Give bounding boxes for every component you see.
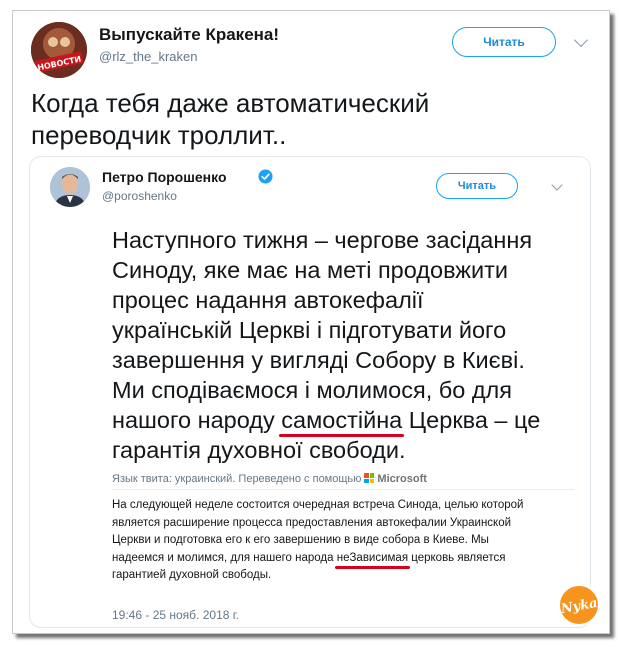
translated-line: гарантией духовной свободы.	[112, 569, 272, 581]
watermark-logo: Nyka	[558, 584, 600, 626]
microsoft-logo-icon	[364, 473, 375, 483]
translated-line: надеемся и молимся, для нашего народа не…	[112, 550, 574, 569]
translated-segment: надеемся и молимся, для нашего народа	[112, 551, 337, 564]
translated-line: Церкви и подготовка его к его завершению…	[112, 534, 489, 546]
screenshot-frame: НОВОСТИ Выпускайте Кракена! @rlz_the_kra…	[12, 10, 610, 634]
quoted-text-line: завершення у вигляді Собору в Києві.	[112, 347, 525, 373]
quoted-author-avatar[interactable]	[50, 167, 90, 207]
follow-button[interactable]: Читать	[452, 27, 556, 57]
translated-line: является расширение процесса предоставле…	[112, 516, 512, 529]
translated-segment: церковь является	[408, 551, 506, 564]
author-display-name[interactable]: Выпускайте Кракена!	[99, 25, 279, 45]
quoted-text-line: Синоду, яке має на меті продовжити	[112, 257, 509, 283]
quoted-text-line: українській Церкві і підготувати його	[112, 317, 507, 343]
tweet-timestamp[interactable]: 19:46 - 25 нояб. 2018 г.	[112, 608, 239, 622]
author-handle[interactable]: @rlz_the_kraken	[99, 49, 197, 64]
translation-attribution: Язык твита: украинский. Переведено с пом…	[112, 473, 427, 485]
quoted-follow-button[interactable]: Читать	[436, 173, 518, 199]
quoted-author-handle[interactable]: @poroshenko	[102, 189, 177, 203]
quoted-text-line: процес надання автокефалії	[112, 287, 424, 313]
author-avatar[interactable]: НОВОСТИ	[31, 22, 87, 78]
quoted-text-segment: нашого народу	[112, 407, 282, 433]
tweet-text-line: переводчик троллит..	[31, 120, 287, 150]
quoted-text-segment: Церква – це	[402, 407, 541, 433]
tweet-text: Когда тебя даже автоматический переводчи…	[31, 87, 591, 151]
chevron-down-icon[interactable]	[573, 32, 589, 48]
quoted-tweet-card[interactable]: Петро Порошенко @poroshenko Читать Насту…	[29, 156, 591, 628]
quoted-tweet-text: Наступного тижня – чергове засідання Син…	[112, 225, 582, 465]
quoted-text-line: Ми сподіваємося і молимося, бо для	[112, 377, 512, 403]
verified-badge-icon	[258, 169, 273, 184]
translation-brand[interactable]: Microsoft	[377, 473, 427, 485]
divider	[112, 489, 574, 490]
quoted-text-line: Наступного тижня – чергове засідання	[112, 227, 533, 253]
tweet-text-line: Когда тебя даже автоматический	[31, 88, 430, 118]
translated-line: На следующей неделе состоится очередная …	[112, 499, 524, 511]
chevron-down-icon[interactable]	[551, 179, 563, 191]
quoted-text-line: гарантія духовної свободи.	[112, 437, 406, 463]
highlighted-word: самостійна	[279, 407, 405, 437]
translation-note: Язык твита: украинский. Переведено с пом…	[112, 473, 362, 485]
highlighted-translated-word: неЗависимая	[334, 550, 411, 569]
quoted-text-line: нашого народу самостійна Церква – це	[112, 405, 582, 437]
translated-text: На следующей неделе состоится очередная …	[112, 497, 574, 585]
quoted-author-display-name[interactable]: Петро Порошенко	[102, 169, 227, 185]
